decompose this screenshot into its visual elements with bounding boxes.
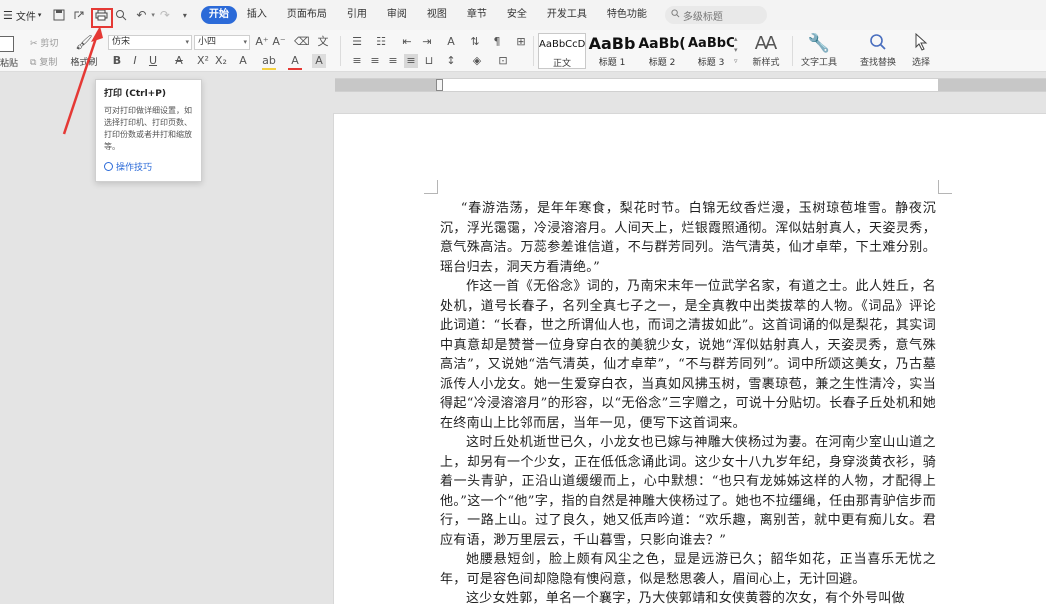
wps-writer-window: ☰ 文件 ▾ ↶ ▾ ↷ ▾ 开始 插入 页面布局 引用 审阅 视图 章节 安全 — [0, 0, 1046, 604]
annotation-arrow-icon — [62, 26, 103, 135]
